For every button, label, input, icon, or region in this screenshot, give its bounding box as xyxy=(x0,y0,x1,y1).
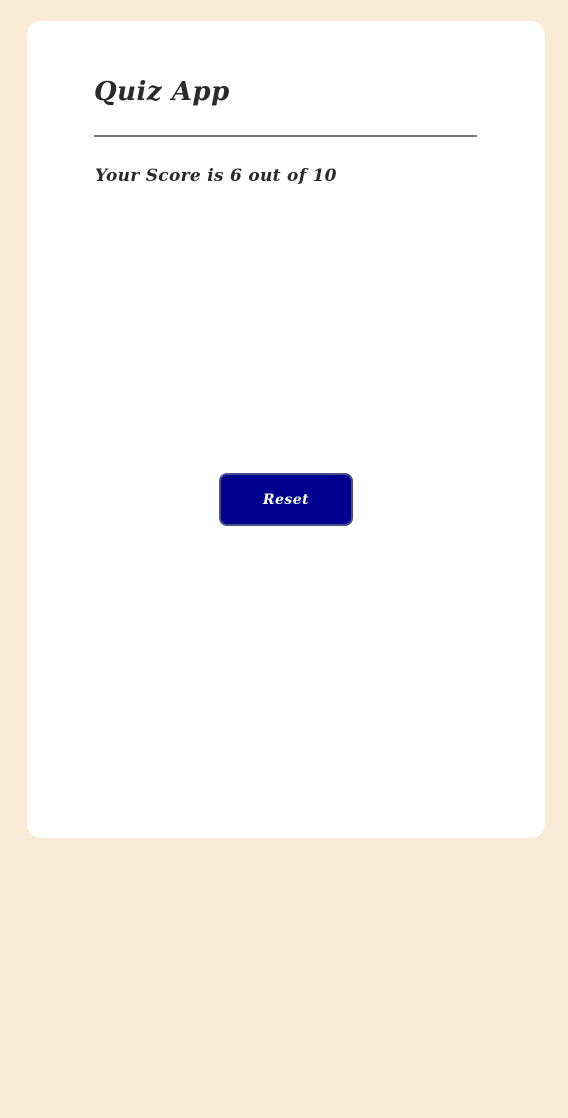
quiz-card: Quiz App Your Score is 6 out of 10 Reset xyxy=(27,21,545,838)
reset-button[interactable]: Reset xyxy=(219,473,353,526)
score-text: Your Score is 6 out of 10 xyxy=(95,166,337,186)
app-title: Quiz App xyxy=(94,77,230,107)
title-divider xyxy=(94,135,477,137)
